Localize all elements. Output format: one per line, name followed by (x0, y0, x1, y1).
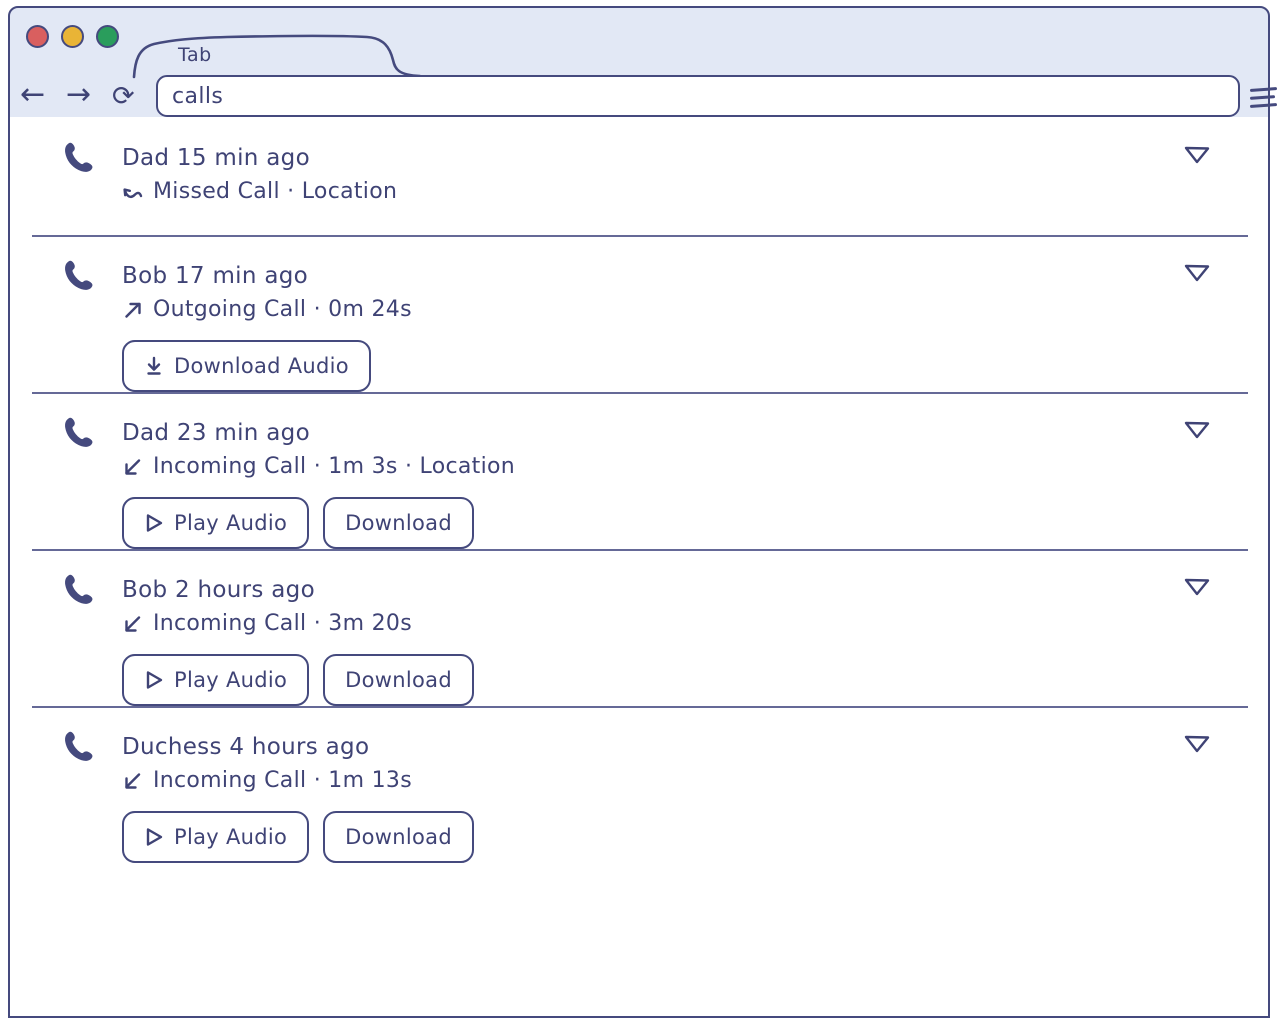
button-label: Download (345, 825, 452, 849)
button-label: Play Audio (174, 668, 288, 692)
close-button[interactable] (26, 25, 49, 48)
play-audio-button[interactable]: Play Audio (122, 811, 310, 863)
outgoing-call-icon (122, 299, 144, 321)
chevron-down-icon[interactable] (1184, 145, 1210, 164)
call-actions: Play Audio Download (122, 497, 1178, 549)
call-list-item[interactable]: Dad 15 min ago Missed Call · Location (10, 117, 1268, 235)
chevron-down-icon[interactable] (1184, 420, 1210, 439)
play-audio-button[interactable]: Play Audio (122, 497, 310, 549)
tab-label: Tab (178, 44, 212, 66)
call-list-item[interactable]: Duchess 4 hours ago Incoming Call · 1m 13… (10, 706, 1268, 863)
download-button[interactable]: Download (323, 497, 474, 549)
button-label: Download Audio (174, 354, 349, 378)
call-detail-text: Outgoing Call · 0m 24s (153, 297, 412, 322)
call-detail-line: Incoming Call · 1m 13s (122, 765, 1178, 797)
call-list-item[interactable]: Dad 23 min ago Incoming Call · 1m 3s · Lo… (10, 392, 1268, 549)
call-title: Dad 15 min ago (122, 145, 310, 171)
phone-icon (60, 728, 96, 764)
browser-chrome: Tab ← → ⟳ calls (8, 6, 1278, 121)
address-bar-value[interactable]: calls (172, 84, 223, 109)
incoming-call-icon (122, 456, 144, 478)
call-detail-text: Incoming Call · 1m 3s · Location (153, 454, 515, 479)
button-label: Download (345, 668, 452, 692)
download-icon (144, 356, 164, 376)
chevron-down-icon[interactable] (1184, 577, 1210, 596)
call-title: Bob 2 hours ago (122, 577, 315, 603)
call-actions: Play Audio Download (122, 811, 1178, 863)
call-title: Duchess 4 hours ago (122, 734, 370, 760)
call-detail-text: Incoming Call · 1m 13s (153, 768, 412, 793)
missed-call-icon (122, 181, 144, 203)
call-title: Dad 23 min ago (122, 420, 310, 446)
chevron-down-icon[interactable] (1184, 734, 1210, 753)
phone-icon (60, 414, 96, 450)
download-audio-button[interactable]: Download Audio (122, 340, 371, 392)
hamburger-menu-icon[interactable] (1249, 86, 1278, 108)
incoming-call-icon (122, 770, 144, 792)
call-actions: Play Audio Download (122, 654, 1178, 706)
forward-icon[interactable]: → (66, 78, 91, 112)
maximize-button[interactable] (96, 25, 119, 48)
call-detail-line: Incoming Call · 1m 3s · Location (122, 451, 1178, 483)
button-label: Play Audio (174, 825, 288, 849)
browser-window: Tab ← → ⟳ calls Dad 15 min ago Missed Cal… (8, 6, 1278, 1018)
button-label: Play Audio (174, 511, 288, 535)
download-button[interactable]: Download (323, 654, 474, 706)
call-title: Bob 17 min ago (122, 263, 308, 289)
call-list-item[interactable]: Bob 2 hours ago Incoming Call · 3m 20s Pla… (10, 549, 1268, 706)
download-button[interactable]: Download (323, 811, 474, 863)
play-icon (144, 670, 164, 690)
reload-icon[interactable]: ⟳ (112, 80, 135, 114)
call-detail-text: Missed Call · Location (153, 179, 398, 204)
minimize-button[interactable] (61, 25, 84, 48)
chevron-down-icon[interactable] (1184, 263, 1210, 282)
address-bar[interactable]: calls (156, 75, 1240, 117)
call-detail-line: Missed Call · Location (122, 176, 1178, 208)
call-detail-line: Outgoing Call · 0m 24s (122, 294, 1178, 326)
window-controls (26, 25, 119, 48)
navigation-bar: ← → ⟳ calls (10, 72, 1278, 121)
phone-icon (60, 257, 96, 293)
phone-icon (60, 571, 96, 607)
play-icon (144, 513, 164, 533)
button-label: Download (345, 511, 452, 535)
call-list-item[interactable]: Bob 17 min ago Outgoing Call · 0m 24s Down… (10, 235, 1268, 392)
call-detail-line: Incoming Call · 3m 20s (122, 608, 1178, 640)
incoming-call-icon (122, 613, 144, 635)
phone-icon (60, 139, 96, 175)
call-detail-text: Incoming Call · 3m 20s (153, 611, 412, 636)
call-list: Dad 15 min ago Missed Call · Location Bob … (8, 117, 1270, 1018)
back-icon[interactable]: ← (20, 78, 45, 112)
play-audio-button[interactable]: Play Audio (122, 654, 310, 706)
play-icon (144, 827, 164, 847)
call-actions: Download Audio (122, 340, 1178, 392)
